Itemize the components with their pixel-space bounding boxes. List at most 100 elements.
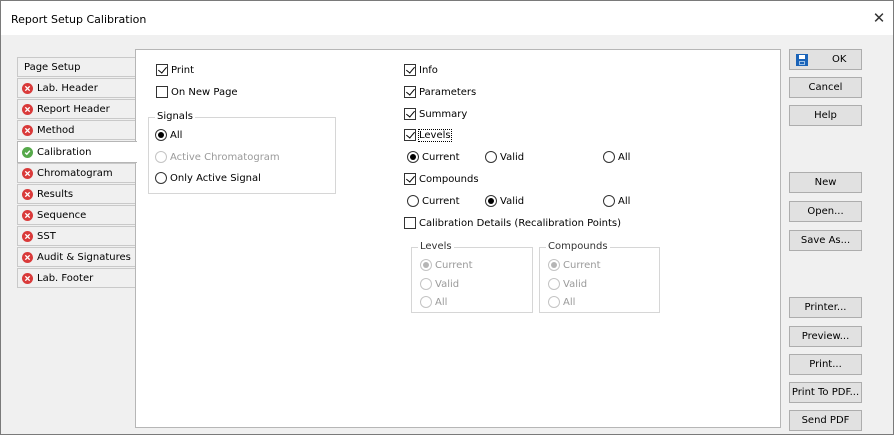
levels-all-radio[interactable]: All: [603, 151, 630, 163]
error-icon: [22, 209, 33, 221]
summary-checkbox[interactable]: Summary: [404, 108, 467, 120]
tab-sequence[interactable]: Sequence: [17, 205, 135, 225]
send-pdf-button[interactable]: Send PDF: [789, 410, 862, 431]
tab-label: Audit & Signatures: [37, 251, 131, 263]
checkbox-box[interactable]: [404, 129, 416, 141]
preview-label: Preview...: [801, 331, 850, 342]
tab-label: Sequence: [37, 209, 87, 221]
radio-dot[interactable]: [407, 151, 419, 163]
print-checkbox[interactable]: Print: [156, 64, 194, 76]
cancel-button[interactable]: Cancel: [789, 77, 862, 98]
signals-all-label: All: [170, 129, 183, 141]
signals-all-radio[interactable]: All: [155, 129, 182, 141]
details-compounds-current-radio: Current: [548, 259, 601, 271]
tab-lab-footer[interactable]: Lab. Footer: [17, 268, 135, 288]
report-setup-dialog: Report Setup Calibration ✕ Page Setup La…: [0, 0, 894, 435]
compounds-valid-label: Valid: [500, 195, 525, 207]
help-label: Help: [814, 110, 837, 121]
compounds-all-radio[interactable]: All: [603, 195, 630, 207]
tab-chromatogram[interactable]: Chromatogram: [17, 163, 135, 183]
printer-button[interactable]: Printer...: [789, 297, 862, 318]
checkbox-box[interactable]: [156, 86, 168, 98]
parameters-checkbox[interactable]: Parameters: [404, 86, 476, 98]
checkbox-box[interactable]: [156, 64, 168, 76]
open-label: Open...: [807, 206, 844, 217]
signals-active-chromatogram-radio: Active Chromatogram: [155, 151, 280, 163]
help-button[interactable]: Help: [789, 105, 862, 126]
levels-valid-label: Valid: [500, 151, 525, 163]
tab-sst[interactable]: SST: [17, 226, 135, 246]
levels-checkbox[interactable]: Levels: [404, 128, 452, 142]
tab-calibration[interactable]: Calibration: [17, 141, 137, 163]
details-levels-current-label: Current: [435, 259, 473, 271]
ok-button[interactable]: OK: [789, 49, 862, 70]
radio-dot[interactable]: [603, 151, 615, 163]
radio-dot[interactable]: [155, 129, 167, 141]
compounds-valid-radio[interactable]: Valid: [485, 195, 524, 207]
signals-group: Signals All Active Chromatogram Only Act…: [148, 111, 336, 194]
printer-label: Printer...: [804, 302, 847, 313]
radio-dot[interactable]: [155, 172, 167, 184]
levels-valid-radio[interactable]: Valid: [485, 151, 524, 163]
radio-dot: [420, 278, 432, 290]
checkbox-box[interactable]: [404, 108, 416, 120]
calibration-details-checkbox[interactable]: Calibration Details (Recalibration Point…: [404, 217, 621, 229]
details-levels-all-label: All: [435, 296, 448, 308]
error-icon: [22, 167, 33, 179]
print-button-label: Print...: [809, 359, 842, 370]
tab-results[interactable]: Results: [17, 184, 135, 204]
save-icon: [796, 53, 808, 66]
print-button[interactable]: Print...: [789, 354, 862, 375]
tab-label: Lab. Footer: [37, 272, 94, 284]
levels-all-label: All: [618, 151, 631, 163]
save-as-label: Save As...: [800, 235, 851, 246]
on-new-page-label: On New Page: [171, 86, 238, 98]
tab-label: Page Setup: [24, 61, 81, 73]
details-compounds-all-label: All: [563, 296, 576, 308]
radio-dot: [155, 151, 167, 163]
info-label: Info: [419, 64, 438, 76]
print-to-pdf-button[interactable]: Print To PDF...: [789, 382, 862, 403]
send-pdf-label: Send PDF: [801, 415, 850, 426]
open-button[interactable]: Open...: [789, 201, 862, 222]
info-checkbox[interactable]: Info: [404, 64, 438, 76]
radio-dot[interactable]: [485, 151, 497, 163]
print-to-pdf-label: Print To PDF...: [791, 387, 860, 398]
compounds-checkbox[interactable]: Compounds: [404, 173, 479, 185]
preview-button[interactable]: Preview...: [789, 326, 862, 347]
cancel-label: Cancel: [808, 82, 843, 93]
on-new-page-checkbox[interactable]: On New Page: [156, 86, 238, 98]
save-as-button[interactable]: Save As...: [789, 230, 862, 251]
tab-page-setup[interactable]: Page Setup: [17, 57, 135, 77]
tab-label: Report Header: [37, 103, 110, 115]
checkbox-box[interactable]: [404, 86, 416, 98]
tab-lab-header[interactable]: Lab. Header: [17, 78, 135, 98]
new-button[interactable]: New: [789, 172, 862, 193]
checkbox-box[interactable]: [404, 217, 416, 229]
radio-dot[interactable]: [485, 195, 497, 207]
signals-only-active-radio[interactable]: Only Active Signal: [155, 172, 261, 184]
tab-label: Results: [37, 188, 74, 200]
checkbox-box[interactable]: [404, 173, 416, 185]
levels-current-radio[interactable]: Current: [407, 151, 460, 163]
active-chromatogram-label: Active Chromatogram: [170, 151, 280, 163]
check-icon: [22, 146, 33, 158]
tab-report-header[interactable]: Report Header: [17, 99, 135, 119]
radio-dot: [548, 259, 560, 271]
details-compounds-current-label: Current: [563, 259, 601, 271]
details-compounds-valid-label: Valid: [563, 278, 588, 290]
details-compounds-label: Compounds: [546, 241, 610, 252]
tab-label: Calibration: [37, 146, 92, 158]
tab-audit-signatures[interactable]: Audit & Signatures: [17, 247, 135, 267]
compounds-current-radio[interactable]: Current: [407, 195, 460, 207]
tab-method[interactable]: Method: [17, 120, 135, 140]
radio-dot[interactable]: [407, 195, 419, 207]
details-levels-all-radio: All: [420, 296, 447, 308]
details-levels-valid-radio: Valid: [420, 278, 459, 290]
close-icon[interactable]: ✕: [871, 10, 887, 26]
radio-dot[interactable]: [603, 195, 615, 207]
details-compounds-all-radio: All: [548, 296, 575, 308]
ok-label: OK: [832, 54, 847, 65]
radio-dot: [548, 278, 560, 290]
checkbox-box[interactable]: [404, 64, 416, 76]
